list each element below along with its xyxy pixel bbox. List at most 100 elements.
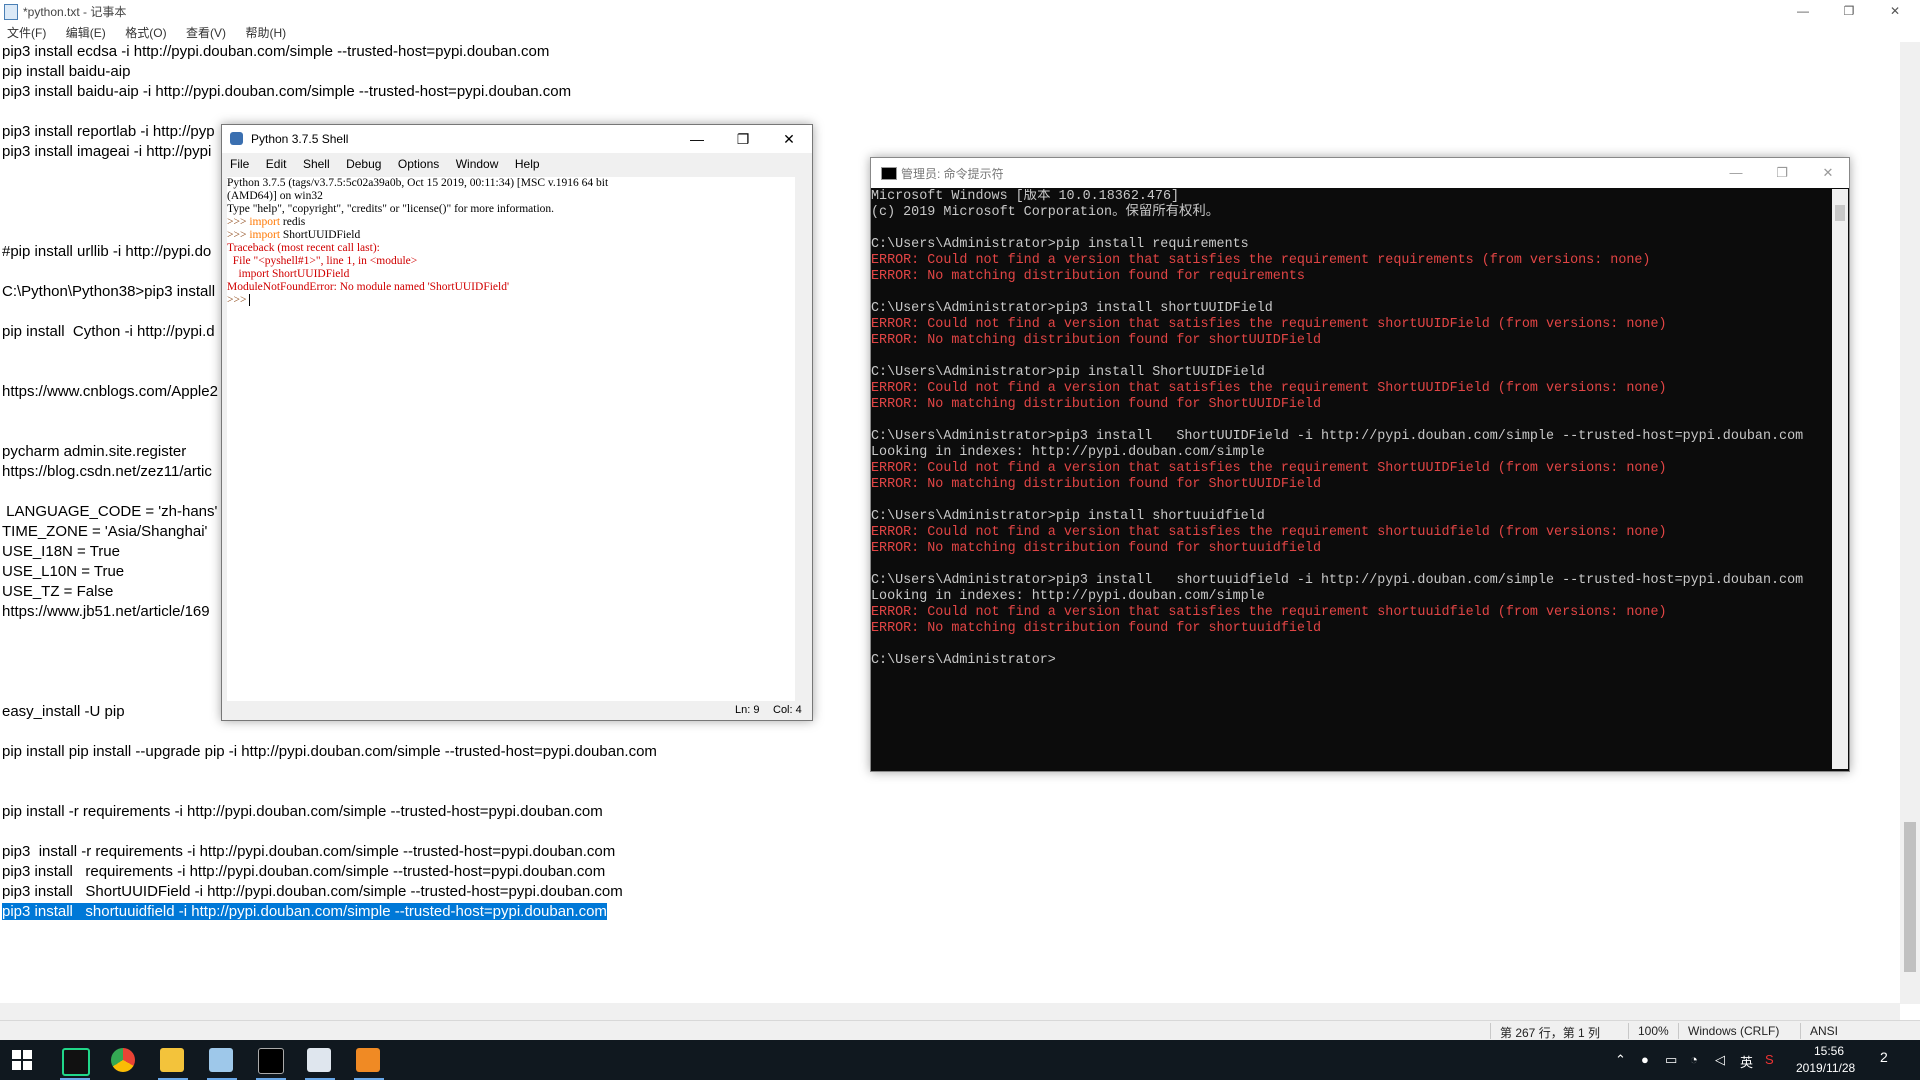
file-explorer-icon[interactable] (160, 1048, 184, 1072)
cmd-titlebar[interactable]: 管理员: 命令提示符 — ❐ ✕ (871, 158, 1849, 188)
idle-menu-debug[interactable]: Debug (346, 153, 381, 175)
cmd-vertical-scrollbar[interactable] (1832, 189, 1848, 769)
minimize-button[interactable]: — (1780, 0, 1826, 22)
clock-date[interactable]: 2019/11/28 (1796, 1061, 1855, 1075)
line-text: https://www.jb51.net/article/169 (2, 603, 210, 620)
idle-menu-edit[interactable]: Edit (266, 153, 287, 175)
console-line: C:\Users\Administrator>pip3 install shor… (871, 301, 1273, 316)
traceback-line: File "<pyshell#1>", line 1, in <module> (227, 255, 418, 267)
text-line: pip3 install ecdsa -i http://pypi.douban… (2, 42, 1882, 62)
cmd-window[interactable]: 管理员: 命令提示符 — ❐ ✕ Microsoft Windows [版本 1… (870, 157, 1850, 772)
sogou-icon[interactable]: S (1765, 1052, 1774, 1067)
idle-vertical-scrollbar[interactable] (795, 177, 811, 703)
wifi-icon[interactable]: ◔ (1690, 1052, 1698, 1067)
error-line: ERROR: Could not find a version that sat… (871, 605, 1667, 620)
taskbar: ⌃ ● ▭ ◔ ◁ 英 S 15:56 2019/11/28 2 (0, 1040, 1920, 1080)
menu-view[interactable]: 查看(V) (186, 24, 226, 42)
console-line: Looking in indexes: http://pypi.douban.c… (871, 445, 1265, 460)
module-name: redis (280, 216, 306, 228)
console-line: C:\Users\Administrator>pip3 install Shor… (871, 429, 1804, 444)
idle-shell-text[interactable]: Python 3.7.5 (tags/v3.7.5:5c02a39a0b, Oc… (227, 177, 795, 703)
cmd-title: 管理员: 命令提示符 (901, 167, 1004, 181)
line-text: USE_I18N = True (2, 543, 120, 560)
error-line: ERROR: No matching distribution found fo… (871, 477, 1321, 492)
text-line: pip install -r requirements -i http://py… (2, 802, 1882, 822)
menu-file[interactable]: 文件(F) (7, 24, 46, 42)
error-line: ERROR: Could not find a version that sat… (871, 317, 1667, 332)
text-line (2, 822, 1882, 842)
menu-edit[interactable]: 编辑(E) (66, 24, 106, 42)
video-icon[interactable] (356, 1048, 380, 1072)
ime-indicator[interactable]: 英 (1740, 1052, 1753, 1071)
line-text: pip3 install ecdsa -i http://pypi.douban… (2, 43, 550, 60)
idle-minimize-button[interactable]: — (674, 128, 720, 150)
maximize-button[interactable]: ❐ (1826, 0, 1872, 22)
scroll-thumb[interactable] (1835, 205, 1845, 221)
notepad-taskbar-icon[interactable] (209, 1048, 233, 1072)
traceback-line: import ShortUUIDField (227, 268, 350, 280)
banner-line: (AMD64)] on win32 (227, 190, 323, 202)
close-button[interactable]: ✕ (1872, 0, 1918, 22)
console-line: C:\Users\Administrator>pip install requi… (871, 237, 1249, 252)
text-line: pip3 install -r requirements -i http://p… (2, 842, 1882, 862)
status-line-ending: Windows (CRLF) (1688, 1024, 1780, 1038)
idle-menu-file[interactable]: File (230, 153, 249, 175)
menu-format[interactable]: 格式(O) (125, 24, 166, 42)
volume-icon[interactable]: ◁ (1715, 1052, 1725, 1068)
idle-menu-window[interactable]: Window (456, 153, 499, 175)
idle-menu-options[interactable]: Options (398, 153, 439, 175)
prompt: >>> (227, 229, 250, 241)
error-line: ERROR: Could not find a version that sat… (871, 525, 1667, 540)
notepad-vertical-scrollbar[interactable] (1900, 42, 1920, 1004)
cmd-console-text[interactable]: Microsoft Windows [版本 10.0.18362.476] (c)… (871, 189, 1831, 769)
notification-center-icon[interactable]: 2 (1880, 1049, 1900, 1069)
clock-time[interactable]: 15:56 (1814, 1044, 1844, 1058)
idle-shell-window[interactable]: Python 3.7.5 Shell — ❐ ✕ File Edit Shell… (221, 124, 813, 721)
notification-count: 2 (1880, 1049, 1888, 1065)
idle-menu-help[interactable]: Help (515, 153, 540, 175)
status-position: 第 267 行，第 1 列 (1500, 1026, 1601, 1040)
cmd-close-button[interactable]: ✕ (1805, 162, 1851, 184)
text-line: pip3 install baidu-aip -i http://pypi.do… (2, 82, 1882, 102)
qq-icon[interactable]: ● (1641, 1052, 1649, 1067)
console-line: C:\Users\Administrator> (871, 653, 1056, 668)
line-text: pip install baidu-aip (2, 63, 131, 80)
chrome-icon[interactable] (111, 1048, 135, 1072)
idle-taskbar-icon[interactable] (307, 1048, 331, 1072)
error-line: ERROR: No matching distribution found fo… (871, 397, 1321, 412)
notepad-titlebar[interactable]: *python.txt - 记事本 — ❐ ✕ (0, 0, 1920, 24)
cmd-maximize-button[interactable]: ❐ (1759, 162, 1805, 184)
idle-title: Python 3.7.5 Shell (251, 132, 349, 146)
status-zoom: 100% (1638, 1024, 1669, 1038)
line-text: #pip install urllib -i http://pypi.do (2, 243, 212, 260)
line-text: pip install Cython -i http://pypi.d (2, 323, 215, 340)
line-text: https://blog.csdn.net/zez11/artic (2, 463, 212, 480)
pycharm-icon[interactable] (62, 1048, 90, 1076)
notepad-horizontal-scrollbar[interactable] (0, 1003, 1900, 1020)
cmd-taskbar-icon[interactable] (258, 1048, 284, 1074)
module-name: ShortUUIDField (280, 229, 361, 241)
text-line: pip3 install requirements -i http://pypi… (2, 862, 1882, 882)
show-hidden-icons-icon[interactable]: ⌃ (1615, 1052, 1626, 1068)
start-icon[interactable] (12, 1050, 32, 1070)
scroll-thumb[interactable] (1904, 822, 1916, 972)
console-line: C:\Users\Administrator>pip install Short… (871, 365, 1265, 380)
line-text: pip3 install imageai -i http://pypi (2, 143, 212, 160)
notepad-title: *python.txt - 记事本 (23, 5, 127, 19)
line-text: pip3 install shortuuidfield -i http://py… (2, 903, 607, 920)
idle-close-button[interactable]: ✕ (766, 128, 812, 150)
text-cursor (249, 294, 251, 307)
line-text: pip install -r requirements -i http://py… (2, 803, 603, 820)
cmd-minimize-button[interactable]: — (1713, 162, 1759, 184)
idle-menu-shell[interactable]: Shell (303, 153, 330, 175)
error-line: ERROR: No matching distribution found fo… (871, 621, 1321, 636)
idle-status-col: Col: 4 (773, 704, 802, 716)
menu-help[interactable]: 帮助(H) (245, 24, 286, 42)
idle-maximize-button[interactable]: ❐ (720, 128, 766, 150)
battery-icon[interactable]: ▭ (1665, 1052, 1677, 1068)
idle-titlebar[interactable]: Python 3.7.5 Shell — ❐ ✕ (222, 125, 812, 153)
